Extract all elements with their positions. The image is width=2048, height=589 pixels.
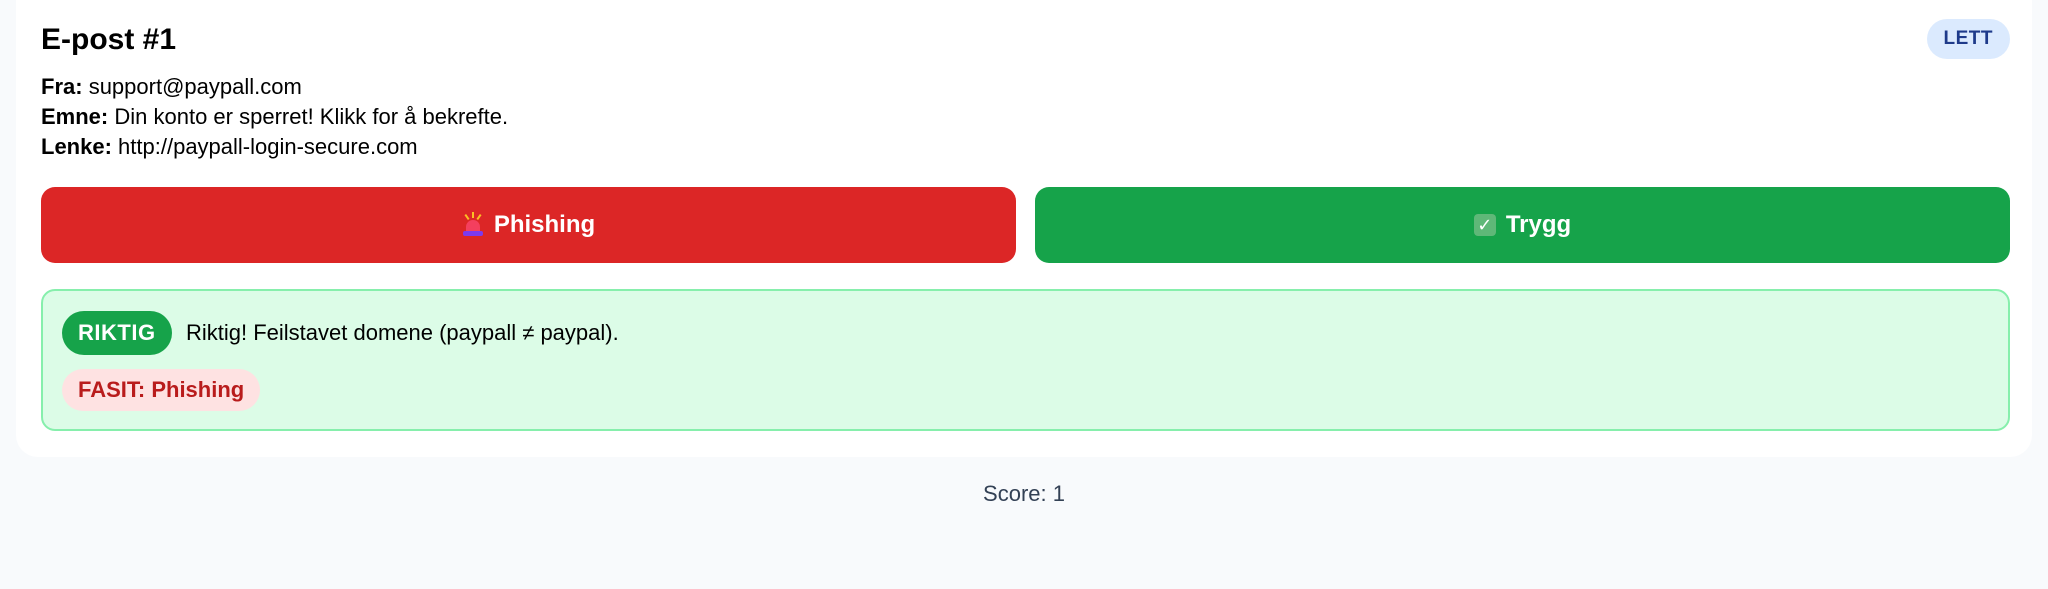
email-card: E-post #1 LETT Fra: support@paypall.com … <box>16 0 2032 457</box>
phishing-button[interactable]: Phishing <box>41 187 1016 263</box>
link-row: Lenke: http://paypall-login-secure.com <box>41 132 508 162</box>
siren-icon <box>462 212 484 238</box>
phishing-button-label: Phishing <box>493 211 596 238</box>
link-value: http://paypall-login-secure.com <box>118 134 418 159</box>
result-badge: RIKTIG <box>62 311 172 355</box>
score-display: Score: 1 <box>983 481 1065 506</box>
feedback-panel: RIKTIG Riktig! Feilstavet domene (paypal… <box>41 289 2010 431</box>
email-details: Fra: support@paypall.com Emne: Din konto… <box>41 72 508 162</box>
email-title: E-post #1 <box>41 23 177 56</box>
subject-row: Emne: Din konto er sperret! Klikk for å … <box>41 102 508 132</box>
safe-button[interactable]: ✓ Trygg <box>1035 187 2010 263</box>
from-label: Fra: <box>41 74 83 99</box>
answer-badge: FASIT: Phishing <box>62 369 261 411</box>
feedback-message: Riktig! Feilstavet domene (paypall ≠ pay… <box>186 320 619 345</box>
subject-label: Emne: <box>41 104 109 129</box>
from-value: support@paypall.com <box>88 74 302 99</box>
check-box-icon: ✓ <box>1473 214 1496 236</box>
safe-button-label: Trygg <box>1505 211 1572 238</box>
difficulty-badge: LETT <box>1926 19 2010 59</box>
subject-value: Din konto er sperret! Klikk for å bekref… <box>114 104 509 129</box>
link-label: Lenke: <box>41 134 112 159</box>
from-row: Fra: support@paypall.com <box>41 72 508 102</box>
